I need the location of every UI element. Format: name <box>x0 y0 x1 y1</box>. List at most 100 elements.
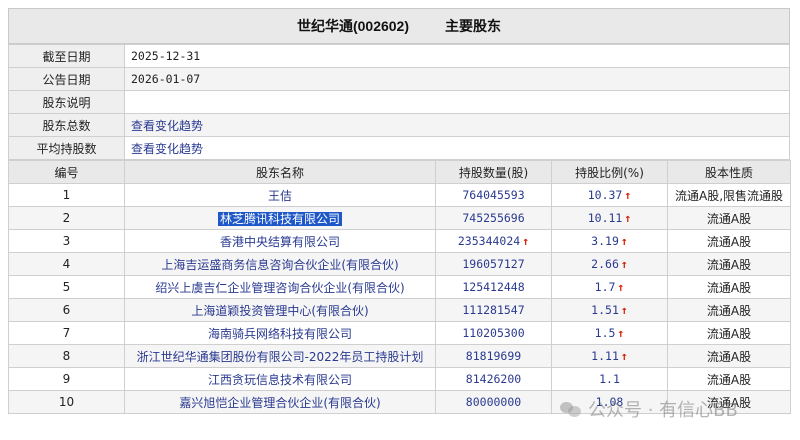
ratio-value: 1.5 <box>594 326 616 340</box>
info-value <box>124 90 790 114</box>
share-nature: 流通A股 <box>667 275 791 299</box>
shares-value: 125412448 <box>462 280 525 294</box>
column-header-name: 股东名称 <box>124 160 436 184</box>
share-nature: 流通A股,限售流通股 <box>667 183 791 207</box>
holder-name[interactable]: 浙江世纪华通集团股份有限公司-2022年员工持股计划 <box>137 350 424 364</box>
row-number: 8 <box>8 344 125 368</box>
page-title: 世纪华通(002602) 主要股东 <box>8 8 790 44</box>
ratio-cell: 1.11 ↑ <box>551 344 668 368</box>
ratio-cell: 1.5 ↑ <box>551 321 668 345</box>
ratio-value: 3.19 <box>591 234 619 248</box>
holders-table: 编号 股东名称 持股数量(股) 持股比例(%) 股本性质 1 王佶 76404559… <box>8 160 791 414</box>
table-row: 2 林芝腾讯科技有限公司 745255696 10.11 ↑ 流通A股 <box>8 206 791 230</box>
share-nature: 流通A股 <box>667 344 791 368</box>
holder-name[interactable]: 海南骑兵网络科技有限公司 <box>208 327 352 341</box>
info-row: 股东总数 查看变化趋势 <box>8 113 790 137</box>
ratio-value: 10.37 <box>587 188 623 202</box>
wechat-icon <box>560 400 582 418</box>
increase-arrow-icon: ↑ <box>620 234 628 248</box>
shares-cell: 196057127 <box>435 252 552 276</box>
ratio-value: 1.11 <box>591 349 619 363</box>
holder-name-cell[interactable]: 海南骑兵网络科技有限公司 <box>124 321 436 345</box>
holder-name-cell[interactable]: 林芝腾讯科技有限公司 <box>124 206 436 230</box>
info-row: 股东说明 <box>8 90 790 114</box>
shares-cell: 764045593 <box>435 183 552 207</box>
holder-name-cell[interactable]: 嘉兴旭恺企业管理合伙企业(有限合伙) <box>124 390 436 414</box>
increase-arrow-icon: ↑ <box>617 280 625 294</box>
shares-cell: 110205300 <box>435 321 552 345</box>
trend-link[interactable]: 查看变化趋势 <box>124 136 790 160</box>
ratio-value: 1.51 <box>591 303 619 317</box>
info-value: 2025-12-31 <box>124 44 790 68</box>
row-number: 1 <box>8 183 125 207</box>
row-number: 9 <box>8 367 125 391</box>
watermark-text: 公众号 · 有信心BB <box>588 400 738 421</box>
share-nature: 流通A股 <box>667 298 791 322</box>
row-number: 3 <box>8 229 125 253</box>
holder-name-cell[interactable]: 浙江世纪华通集团股份有限公司-2022年员工持股计划 <box>124 344 436 368</box>
info-row: 公告日期 2026-01-07 <box>8 67 790 91</box>
info-key: 股东总数 <box>8 113 125 137</box>
holder-name-cell[interactable]: 江西贪玩信息技术有限公司 <box>124 367 436 391</box>
info-key: 平均持股数 <box>8 136 125 160</box>
shares-cell: 125412448 <box>435 275 552 299</box>
shares-value: 196057127 <box>462 257 525 271</box>
column-header-nature: 股本性质 <box>667 160 791 184</box>
company-title: 世纪华通(002602) <box>296 18 410 34</box>
shares-value: 81426200 <box>465 372 522 386</box>
shares-cell: 111281547 <box>435 298 552 322</box>
column-header-shares: 持股数量(股) <box>435 160 552 184</box>
ratio-cell: 3.19 ↑ <box>551 229 668 253</box>
ratio-cell: 2.66 ↑ <box>551 252 668 276</box>
row-number: 7 <box>8 321 125 345</box>
shares-value: 81819699 <box>465 349 522 363</box>
share-nature: 流通A股 <box>667 252 791 276</box>
ratio-value: 1.1 <box>599 372 620 386</box>
ratio-value: 2.66 <box>591 257 619 271</box>
ratio-cell: 1.51 ↑ <box>551 298 668 322</box>
increase-arrow-icon: ↑ <box>617 326 625 340</box>
table-row: 8 浙江世纪华通集团股份有限公司-2022年员工持股计划 81819699 1.11 ↑… <box>8 344 791 368</box>
holder-name-cell[interactable]: 上海吉运盛商务信息咨询合伙企业(有限合伙) <box>124 252 436 276</box>
row-number: 10 <box>8 390 125 414</box>
row-number: 6 <box>8 298 125 322</box>
ratio-value: 1.7 <box>594 280 616 294</box>
shares-cell: 745255696 <box>435 206 552 230</box>
ratio-cell: 1.1 <box>551 367 668 391</box>
ratio-cell: 10.37 ↑ <box>551 183 668 207</box>
holder-name-cell[interactable]: 绍兴上虞吉仁企业管理咨询合伙企业(有限合伙) <box>124 275 436 299</box>
row-number: 2 <box>8 206 125 230</box>
shares-value: 80000000 <box>465 395 522 409</box>
table-header-row: 编号 股东名称 持股数量(股) 持股比例(%) 股本性质 <box>8 160 791 184</box>
holder-name-cell[interactable]: 王佶 <box>124 183 436 207</box>
ratio-cell: 1.7 ↑ <box>551 275 668 299</box>
table-row: 1 王佶 764045593 10.37 ↑ 流通A股,限售流通股 <box>8 183 791 207</box>
shares-value: 745255696 <box>462 211 525 225</box>
share-nature: 流通A股 <box>667 206 791 230</box>
share-nature: 流通A股 <box>667 367 791 391</box>
holder-name[interactable]: 嘉兴旭恺企业管理合伙企业(有限合伙) <box>179 396 380 410</box>
holder-name[interactable]: 上海道颖投资管理中心(有限合伙) <box>191 304 368 318</box>
shares-value: 110205300 <box>462 326 525 340</box>
trend-link[interactable]: 查看变化趋势 <box>124 113 790 137</box>
holder-name-cell[interactable]: 上海道颖投资管理中心(有限合伙) <box>124 298 436 322</box>
ratio-cell: 10.11 ↑ <box>551 206 668 230</box>
info-value: 2026-01-07 <box>124 67 790 91</box>
shareholder-panel: 世纪华通(002602) 主要股东 截至日期 2025-12-31 公告日期 2026… <box>8 8 791 414</box>
holder-name[interactable]: 绍兴上虞吉仁企业管理咨询合伙企业(有限合伙) <box>155 281 404 295</box>
holder-name[interactable]: 江西贪玩信息技术有限公司 <box>208 373 352 387</box>
holder-name[interactable]: 上海吉运盛商务信息咨询合伙企业(有限合伙) <box>161 258 398 272</box>
increase-arrow-icon: ↑ <box>522 234 530 248</box>
section-title: 主要股东 <box>445 18 502 34</box>
shares-cell: 235344024 ↑ <box>435 229 552 253</box>
ratio-value: 10.11 <box>587 211 623 225</box>
shares-value: 111281547 <box>462 303 525 317</box>
holder-name-cell[interactable]: 香港中央结算有限公司 <box>124 229 436 253</box>
holder-name[interactable]: 林芝腾讯科技有限公司 <box>217 211 342 226</box>
shares-cell: 80000000 <box>435 390 552 414</box>
holder-name[interactable]: 香港中央结算有限公司 <box>220 235 340 249</box>
holder-name[interactable]: 王佶 <box>268 189 292 203</box>
info-row: 截至日期 2025-12-31 <box>8 44 790 68</box>
shares-value: 235344024 <box>457 234 521 248</box>
increase-arrow-icon: ↑ <box>624 211 632 225</box>
